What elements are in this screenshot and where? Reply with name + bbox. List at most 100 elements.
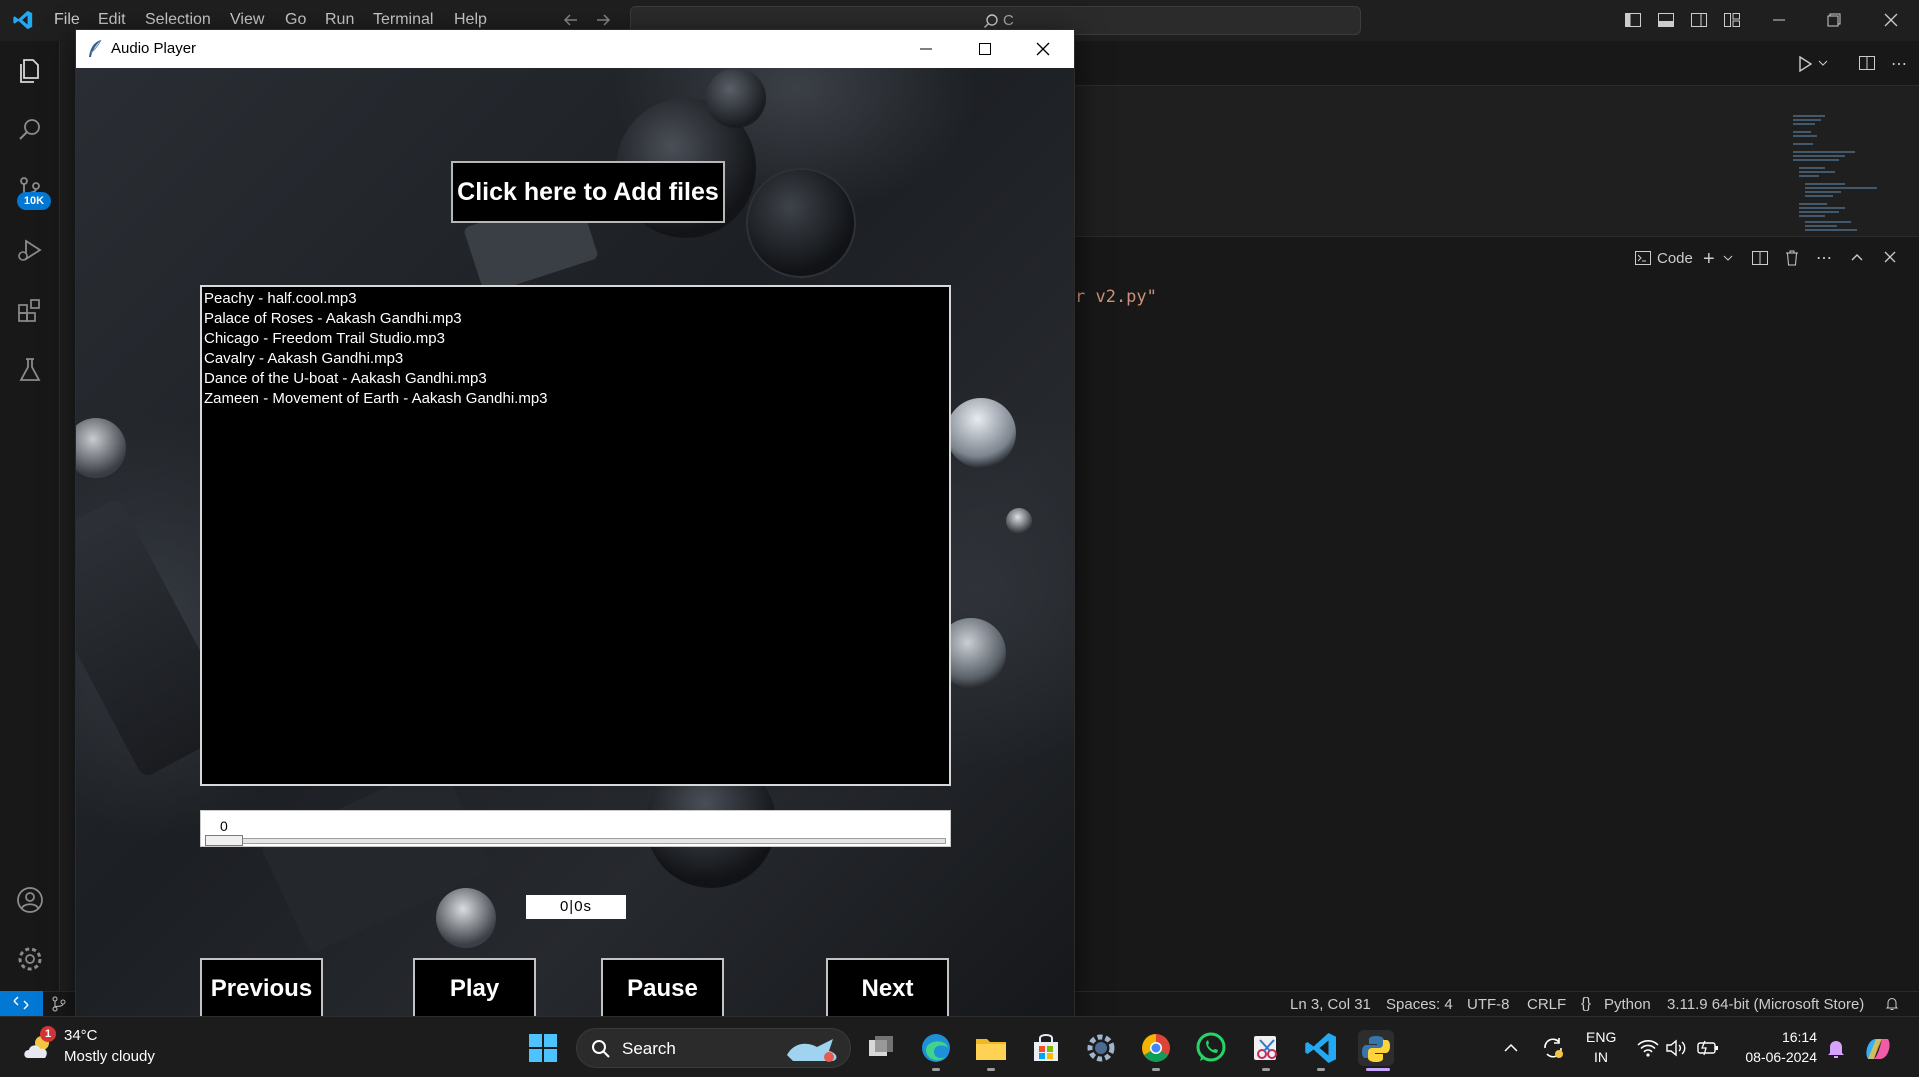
playlist-listbox[interactable]: Peachy - half.cool.mp3 Palace of Roses -… — [200, 285, 951, 786]
vscode-taskbar-icon[interactable] — [1303, 1030, 1339, 1066]
forward-arrow-icon[interactable] — [594, 11, 612, 29]
menu-run[interactable]: Run — [325, 11, 354, 29]
clock-date[interactable]: 08-06-2024 — [1737, 1049, 1817, 1065]
battery-icon[interactable] — [1696, 1039, 1720, 1057]
list-item[interactable]: Chicago - Freedom Trail Studio.mp3 — [203, 329, 948, 349]
task-view-icon[interactable] — [863, 1030, 899, 1066]
notification-bell-icon[interactable] — [1826, 1038, 1846, 1060]
account-icon[interactable] — [14, 884, 46, 916]
sync-icon[interactable] — [1541, 1036, 1565, 1060]
weather-temperature[interactable]: 34°C — [64, 1027, 98, 1044]
end-of-line[interactable]: CRLF — [1527, 996, 1566, 1013]
whatsapp-icon[interactable] — [1193, 1030, 1229, 1066]
run-dropdown-icon[interactable] — [1818, 58, 1828, 68]
audio-player-title-bar[interactable]: Audio Player — [76, 30, 1074, 68]
language-braces-icon: {} — [1581, 995, 1592, 1012]
volume-icon[interactable] — [1665, 1038, 1687, 1058]
edge-browser-icon[interactable] — [918, 1030, 954, 1066]
python-app-icon[interactable] — [1358, 1030, 1394, 1066]
python-interpreter[interactable]: 3.11.9 64-bit (Microsoft Store) — [1667, 996, 1864, 1013]
microsoft-store-icon[interactable] — [1028, 1030, 1064, 1066]
close-icon[interactable] — [1882, 11, 1900, 29]
input-language-region[interactable]: IN — [1594, 1049, 1608, 1065]
window-close-icon[interactable] — [1035, 41, 1051, 57]
cursor-position[interactable]: Ln 3, Col 31 — [1290, 996, 1371, 1013]
snipping-tool-icon[interactable] — [1248, 1030, 1284, 1066]
time-display: 0|0s — [526, 895, 626, 919]
next-button[interactable]: Next — [826, 958, 949, 1016]
source-branch-icon[interactable] — [50, 995, 68, 1013]
terminal-dropdown-icon[interactable] — [1723, 253, 1733, 263]
settings-icon[interactable] — [14, 943, 46, 975]
toggle-primary-sidebar-icon[interactable] — [1624, 11, 1642, 29]
window-minimize-icon[interactable] — [918, 41, 934, 57]
minimize-icon[interactable] — [1770, 11, 1788, 29]
list-item[interactable]: Palace of Roses - Aakash Gandhi.mp3 — [203, 309, 948, 329]
list-item[interactable]: Peachy - half.cool.mp3 — [203, 289, 948, 309]
editor-tab-bar: ⋯ — [1075, 41, 1919, 86]
run-file-icon[interactable] — [1797, 55, 1813, 73]
explorer-icon[interactable] — [14, 55, 46, 87]
window-title: Audio Player — [111, 40, 197, 57]
toggle-panel-icon[interactable] — [1657, 11, 1675, 29]
copilot-icon[interactable] — [1862, 1033, 1894, 1065]
run-debug-icon[interactable] — [14, 234, 46, 266]
taskbar-search[interactable]: Search — [576, 1028, 851, 1068]
add-files-button[interactable]: Click here to Add files — [451, 161, 725, 223]
extensions-icon[interactable] — [14, 294, 46, 326]
split-terminal-icon[interactable] — [1751, 249, 1769, 267]
encoding[interactable]: UTF-8 — [1467, 996, 1510, 1013]
notifications-bell-icon[interactable] — [1884, 996, 1900, 1012]
wifi-icon[interactable] — [1637, 1038, 1659, 1058]
feather-app-icon — [86, 39, 104, 59]
settings-gear-icon[interactable] — [1083, 1030, 1119, 1066]
list-item[interactable]: Dance of the U-boat - Aakash Gandhi.mp3 — [203, 369, 948, 389]
split-editor-icon[interactable] — [1858, 54, 1876, 72]
show-hidden-icons-chevron-icon[interactable] — [1503, 1040, 1519, 1056]
remote-icon — [12, 995, 30, 1011]
list-item[interactable]: Cavalry - Aakash Gandhi.mp3 — [203, 349, 948, 369]
close-panel-icon[interactable] — [1883, 250, 1897, 264]
back-arrow-icon[interactable] — [562, 11, 580, 29]
menu-file[interactable]: File — [54, 11, 80, 29]
progress-slider-handle[interactable] — [205, 835, 243, 846]
language-mode[interactable]: Python — [1604, 996, 1651, 1013]
pause-button[interactable]: Pause — [601, 958, 724, 1016]
maximize-panel-icon[interactable] — [1850, 250, 1864, 264]
restore-icon[interactable] — [1825, 11, 1843, 29]
clock-time[interactable]: 16:14 — [1757, 1029, 1817, 1045]
menu-go[interactable]: Go — [285, 11, 306, 29]
windows-taskbar — [0, 1016, 1919, 1077]
remote-indicator[interactable] — [0, 991, 43, 1016]
menu-edit[interactable]: Edit — [98, 11, 126, 29]
search-icon[interactable] — [14, 114, 46, 146]
terminal-label[interactable]: Code — [1657, 250, 1693, 267]
weather-description[interactable]: Mostly cloudy — [64, 1048, 155, 1065]
panel-more-icon[interactable]: ⋯ — [1816, 248, 1832, 268]
python-running-indicator — [1366, 1068, 1390, 1071]
search-icon — [983, 13, 999, 29]
indentation[interactable]: Spaces: 4 — [1386, 996, 1453, 1013]
window-maximize-icon[interactable] — [977, 41, 993, 57]
search-text: C — [1003, 12, 1014, 29]
menu-view[interactable]: View — [230, 11, 264, 29]
kill-terminal-icon[interactable] — [1783, 249, 1801, 267]
testing-icon[interactable] — [14, 354, 46, 386]
progress-scale[interactable]: 0 — [200, 810, 951, 847]
activity-bar: 10K — [0, 41, 60, 991]
file-explorer-icon[interactable] — [973, 1030, 1009, 1066]
customize-layout-icon[interactable] — [1723, 11, 1741, 29]
more-actions-icon[interactable]: ⋯ — [1891, 54, 1907, 74]
list-item[interactable]: Zameen - Movement of Earth - Aakash Gand… — [203, 389, 948, 409]
windows-start-icon[interactable] — [528, 1033, 558, 1063]
previous-button[interactable]: Previous — [200, 958, 323, 1016]
chrome-browser-icon[interactable] — [1138, 1030, 1174, 1066]
input-language-primary[interactable]: ENG — [1586, 1029, 1616, 1045]
play-button[interactable]: Play — [413, 958, 536, 1016]
menu-selection[interactable]: Selection — [145, 11, 211, 29]
menu-help[interactable]: Help — [454, 11, 487, 29]
toggle-secondary-sidebar-icon[interactable] — [1690, 11, 1708, 29]
new-terminal-icon[interactable]: + — [1703, 248, 1715, 271]
progress-trough[interactable] — [205, 838, 946, 844]
menu-terminal[interactable]: Terminal — [373, 11, 433, 29]
